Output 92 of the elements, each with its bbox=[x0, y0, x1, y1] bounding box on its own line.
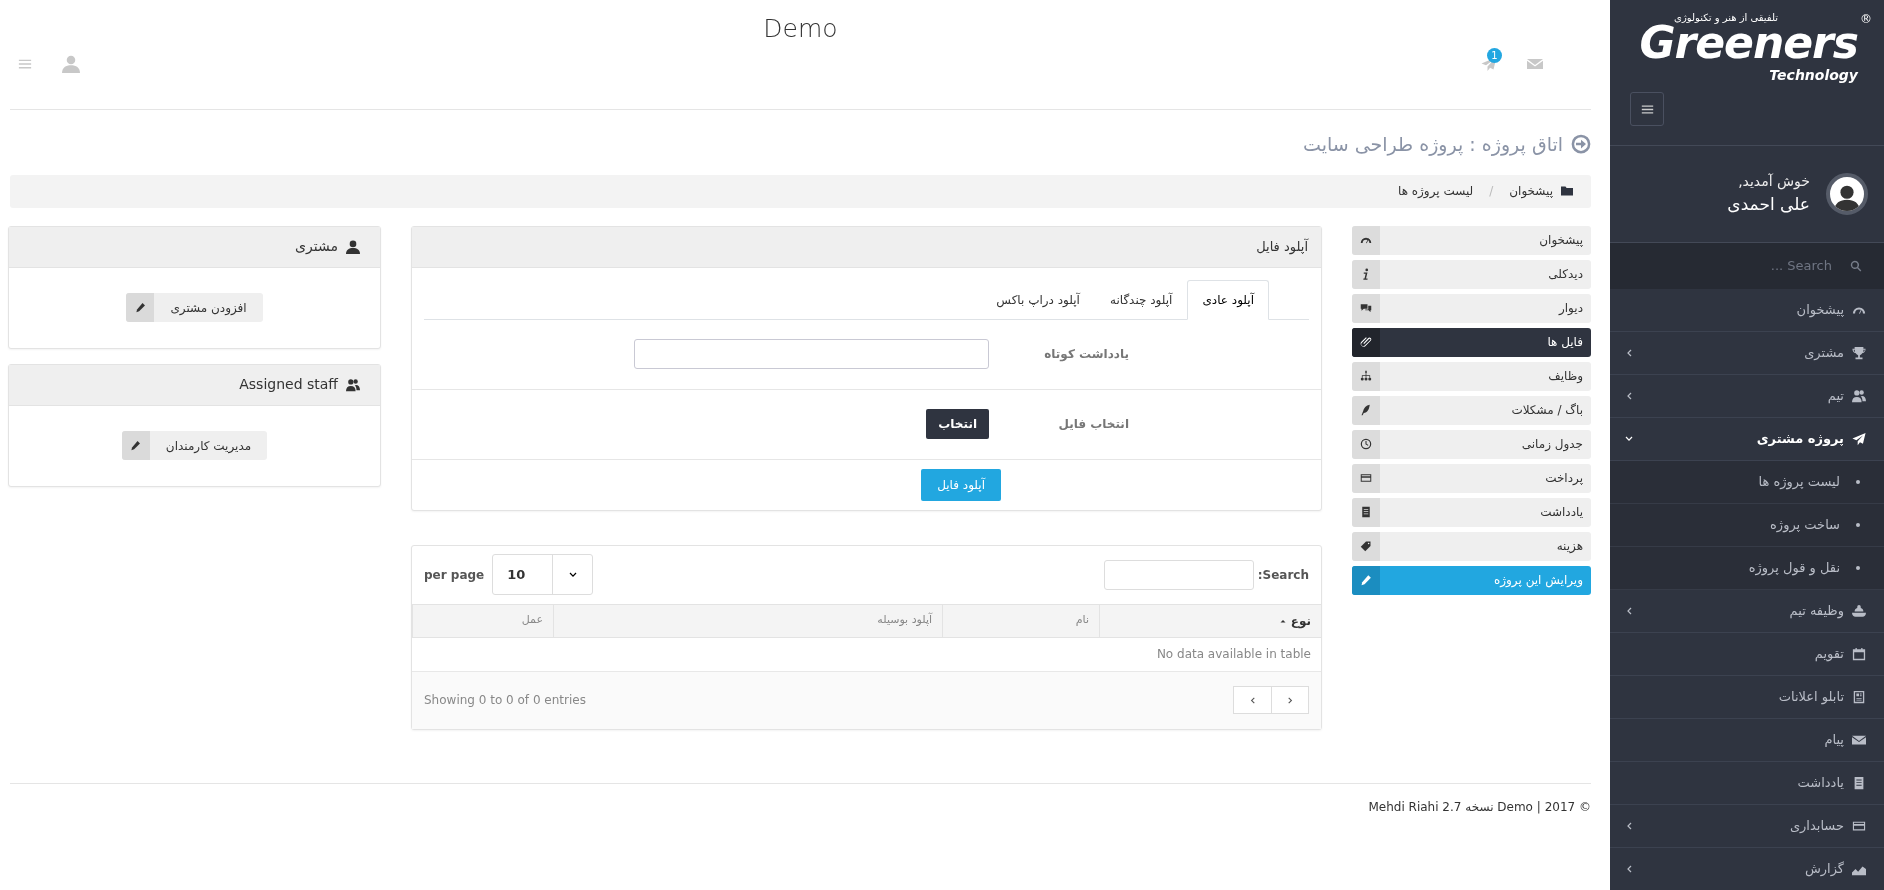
menu-icon bbox=[1640, 102, 1654, 116]
previous-page-button[interactable] bbox=[1271, 686, 1309, 714]
edit-button[interactable]: افزودن مشتری bbox=[126, 293, 263, 322]
project-menu-item[interactable]: هزینه bbox=[1352, 531, 1591, 561]
breadcrumb-link[interactable]: لیست پروژه ها bbox=[1397, 182, 1474, 200]
users-icon bbox=[1852, 389, 1866, 403]
search-icon bbox=[1850, 260, 1862, 272]
project-menu-item[interactable]: پیشخوان bbox=[1352, 225, 1591, 255]
panel-title: آپلود فایل bbox=[1256, 237, 1308, 257]
paperclip-icon bbox=[1360, 336, 1372, 348]
table-search-field[interactable] bbox=[1103, 559, 1254, 590]
upload-tab[interactable]: آپلود چندگانه bbox=[1094, 279, 1188, 320]
project-menu-item[interactable]: یادداشت bbox=[1352, 497, 1591, 527]
breadcrumb-separator: / bbox=[1489, 183, 1494, 200]
sidebar-subitem[interactable]: لیست پروژه ها bbox=[1610, 461, 1884, 504]
note-input[interactable] bbox=[634, 339, 989, 369]
project-menu-item[interactable]: دیوار bbox=[1352, 293, 1591, 323]
document-icon bbox=[1360, 506, 1372, 518]
project-menu-item[interactable]: پرداخت bbox=[1352, 463, 1591, 493]
page-size-select[interactable]: 10 bbox=[492, 554, 594, 595]
menu-button[interactable] bbox=[18, 57, 32, 71]
menu-icon bbox=[18, 57, 32, 71]
sidebar-item[interactable]: وظیفه تیم bbox=[1610, 590, 1884, 633]
sidebar-item[interactable]: تقویم bbox=[1610, 633, 1884, 676]
calendar-icon bbox=[1852, 647, 1866, 661]
users-icon bbox=[346, 377, 360, 392]
chat-icon bbox=[1360, 302, 1372, 314]
sidebar-item[interactable]: پیشخوان bbox=[1610, 289, 1884, 332]
trophy-icon bbox=[1852, 346, 1866, 360]
mail-icon bbox=[1527, 56, 1543, 72]
user-name: علی احمدی bbox=[1727, 192, 1810, 216]
field-label: یادداشت کوتاه bbox=[1043, 346, 1130, 363]
sidebar-subitem[interactable]: نقل و قول پروژه bbox=[1610, 547, 1884, 590]
sidebar-search-field[interactable]: Search ... bbox=[1634, 255, 1834, 277]
project-menu-item[interactable]: دیدکلی bbox=[1352, 259, 1591, 289]
next-page-button[interactable] bbox=[1233, 686, 1271, 714]
avatar bbox=[1826, 173, 1868, 215]
edit-button[interactable]: مدیریت کارمندان bbox=[121, 431, 268, 460]
pencil-icon bbox=[134, 302, 146, 313]
panel-title: مشتری bbox=[295, 237, 338, 256]
feather-icon bbox=[1360, 404, 1372, 416]
chevron-icon bbox=[1248, 695, 1257, 705]
column-header[interactable]: نوع bbox=[1099, 603, 1321, 638]
site-title: Demo bbox=[762, 13, 839, 45]
mail-icon bbox=[1852, 733, 1866, 747]
empty-message: No data available in table bbox=[1156, 646, 1311, 663]
choose-file-button[interactable]: انتخاب bbox=[926, 409, 989, 439]
user-menu-button[interactable] bbox=[62, 55, 80, 73]
sidebar-item[interactable]: مشتری bbox=[1610, 332, 1884, 375]
sidebar-item[interactable]: یادداشت bbox=[1610, 762, 1884, 805]
sidebar-subitem[interactable]: ساخت پروژه bbox=[1610, 504, 1884, 547]
logo-slogan: تلفیقی از هنر و تکنولوژی bbox=[1674, 11, 1778, 24]
sidebar-item[interactable]: تابلو اعلانات bbox=[1610, 676, 1884, 719]
notification-badge: 1 bbox=[1487, 48, 1502, 63]
breadcrumb-link[interactable]: پیشخوان bbox=[1509, 182, 1553, 200]
page-title: اتاق پروژه : پروژه طراحی سایت bbox=[1303, 132, 1563, 158]
table-info: Showing 0 to 0 of 0 entries bbox=[424, 692, 586, 709]
footer-text: © 2017 | Demo نسخه 2.7 Mehdi Riahi bbox=[1368, 799, 1591, 814]
mail-button[interactable] bbox=[1527, 56, 1543, 72]
per-page-label: per page bbox=[424, 566, 485, 584]
list-icon bbox=[1852, 690, 1866, 704]
upload-tab[interactable]: آپلود دراپ باکس bbox=[981, 279, 1095, 320]
sidebar-search-bar[interactable]: Search ... bbox=[1610, 243, 1884, 289]
pencil-icon bbox=[1360, 574, 1372, 586]
credit-card-icon bbox=[1852, 819, 1866, 833]
user-icon bbox=[62, 55, 80, 73]
paper-plane-icon bbox=[1852, 432, 1866, 446]
credit-card-icon bbox=[1360, 472, 1372, 484]
welcome-text: خوش آمدید, bbox=[1737, 171, 1810, 192]
field-label: انتخاب فایل bbox=[1057, 416, 1130, 433]
clock-icon bbox=[1360, 438, 1372, 450]
sitemap-icon bbox=[1360, 370, 1372, 382]
sidebar-item[interactable]: گزارش bbox=[1610, 848, 1884, 890]
upload-tab[interactable]: آپلود عادی bbox=[1187, 279, 1269, 320]
panel-title: Assigned staff bbox=[239, 375, 338, 394]
document-icon bbox=[1852, 776, 1866, 790]
search-label: Search: bbox=[1257, 566, 1309, 584]
user-icon bbox=[346, 239, 360, 254]
pencil-icon bbox=[130, 440, 142, 451]
project-menu-item[interactable]: جدول زمانی bbox=[1352, 429, 1591, 459]
sidebar-item[interactable]: تیم bbox=[1610, 375, 1884, 418]
folder-icon bbox=[1561, 185, 1573, 197]
project-menu-item[interactable]: وظایف bbox=[1352, 361, 1591, 391]
logo-tagline: Technology bbox=[1769, 66, 1858, 85]
project-menu-item[interactable]: فایل ها bbox=[1352, 327, 1591, 357]
project-menu-item[interactable]: باگ / مشکلات bbox=[1352, 395, 1591, 425]
tray-icon bbox=[1852, 604, 1866, 618]
sidebar-toggle-button[interactable] bbox=[1630, 92, 1664, 126]
tag-icon bbox=[1360, 540, 1372, 552]
registered-mark: ® bbox=[1860, 11, 1872, 28]
sidebar-item[interactable]: پیام bbox=[1610, 719, 1884, 762]
sidebar-item[interactable]: حسابداری bbox=[1610, 805, 1884, 848]
